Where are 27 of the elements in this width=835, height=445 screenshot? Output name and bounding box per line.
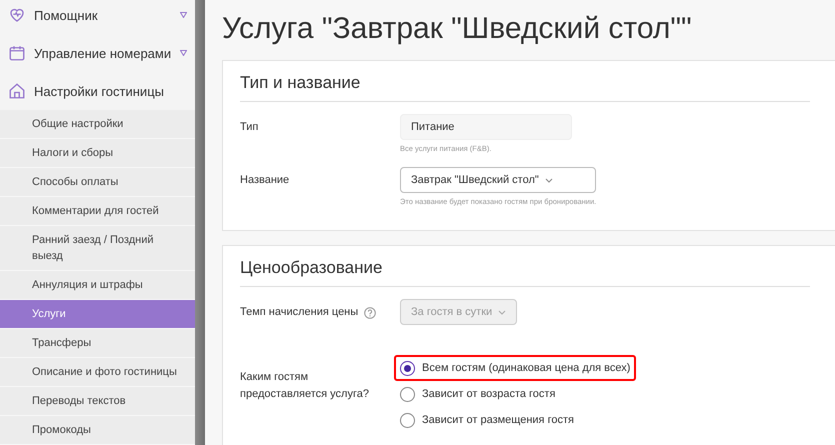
nav-item[interactable]: Управление номерами <box>0 34 195 72</box>
scrollbar[interactable] <box>195 0 205 445</box>
field-label: Каким гостям предоставляется услуга? <box>240 370 370 402</box>
radio-button[interactable] <box>400 412 415 428</box>
caret-icon <box>180 12 187 18</box>
field-label: Темп начисления цены <box>240 305 358 320</box>
submenu-item[interactable]: Услуги <box>0 300 195 329</box>
radio-label[interactable]: Зависит от возраста гостя <box>422 388 556 400</box>
caret-icon <box>180 50 187 56</box>
radio-button[interactable] <box>400 360 415 376</box>
field-label: Тип <box>240 120 258 135</box>
radio-label[interactable]: Всем гостям (одинаковая цена для всех) <box>422 362 630 374</box>
nav-item[interactable]: Помощник <box>0 0 195 34</box>
heart-icon <box>8 6 26 24</box>
select-field[interactable]: Завтрак "Шведский стол" <box>400 167 596 193</box>
nav-item[interactable]: Настройки гостиницы <box>0 72 195 110</box>
chevron-icon <box>544 178 553 182</box>
calendar-icon <box>8 44 26 62</box>
field-label: Название <box>240 173 290 188</box>
radio-label[interactable]: Зависит от размещения гостя <box>422 414 574 426</box>
section-title: Тип и название <box>240 73 810 102</box>
home-icon <box>8 82 26 100</box>
section-title: Ценообразование <box>240 258 810 287</box>
type-field[interactable]: Питание <box>400 114 572 140</box>
page-title: Услуга "Завтрак "Шведский стол"" <box>222 12 693 46</box>
chevron-icon <box>498 310 506 314</box>
radio-button[interactable] <box>400 386 415 402</box>
